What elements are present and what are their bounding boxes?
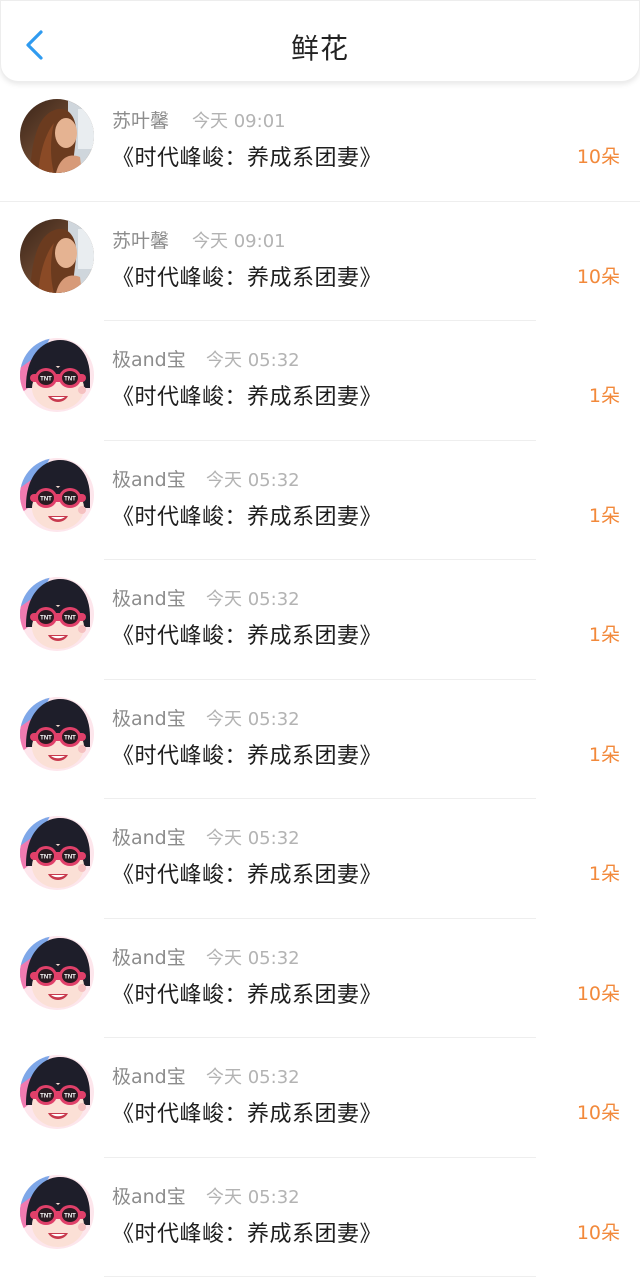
book-title[interactable]: 《时代峰峻：养成系团妻》 <box>112 1216 382 1248</box>
svg-text:TNT: TNT <box>40 616 52 622</box>
timestamp: 今天 05:32 <box>206 346 300 372</box>
book-title[interactable]: 《时代峰峻：养成系团妻》 <box>112 499 382 531</box>
flower-count: 10朵 <box>577 142 620 169</box>
flower-count: 1朵 <box>589 620 620 647</box>
nav-header: 鲜花 <box>0 0 640 82</box>
timestamp: 今天 05:32 <box>206 824 300 850</box>
timestamp: 今天 09:01 <box>192 107 286 133</box>
svg-text:TNT: TNT <box>40 974 52 980</box>
timestamp: 今天 09:01 <box>192 227 286 253</box>
flower-count: 1朵 <box>589 740 620 767</box>
user-cartoon-avatar[interactable]: TNT TNT <box>20 1175 94 1249</box>
book-title[interactable]: 《时代峰峻：养成系团妻》 <box>112 977 382 1009</box>
timestamp: 今天 05:32 <box>206 466 300 492</box>
timestamp: 今天 05:32 <box>206 1063 300 1089</box>
flower-record-row[interactable]: TNT TNT 极and宝今天 05:32 《时代峰峻：养成系团妻》 1朵 <box>0 321 640 441</box>
flower-count: 1朵 <box>589 381 620 408</box>
user-cartoon-avatar[interactable]: TNT TNT <box>20 577 94 651</box>
book-title[interactable]: 《时代峰峻：养成系团妻》 <box>112 140 382 172</box>
user-name[interactable]: 苏叶馨 <box>112 106 169 133</box>
user-cartoon-avatar[interactable]: TNT TNT <box>20 458 94 532</box>
book-title[interactable]: 《时代峰峻：养成系团妻》 <box>112 738 382 770</box>
svg-text:TNT: TNT <box>40 735 52 741</box>
flower-count: 10朵 <box>577 1098 620 1125</box>
timestamp: 今天 05:32 <box>206 944 300 970</box>
user-cartoon-avatar[interactable]: TNT TNT <box>20 697 94 771</box>
flower-count: 10朵 <box>577 262 620 289</box>
book-title[interactable]: 《时代峰峻：养成系团妻》 <box>112 379 382 411</box>
user-name[interactable]: 极and宝 <box>112 1182 186 1209</box>
user-name[interactable]: 极and宝 <box>112 1062 186 1089</box>
book-title[interactable]: 《时代峰峻：养成系团妻》 <box>112 1096 382 1128</box>
user-name[interactable]: 极and宝 <box>112 345 186 372</box>
timestamp: 今天 05:32 <box>206 1183 300 1209</box>
user-cartoon-avatar[interactable]: TNT TNT <box>20 816 94 890</box>
flower-record-row[interactable]: TNT TNT 极and宝今天 05:32 《时代峰峻：养成系团妻》 10朵 <box>0 1158 640 1277</box>
timestamp: 今天 05:32 <box>206 585 300 611</box>
user-photo-avatar[interactable] <box>20 219 94 293</box>
svg-text:TNT: TNT <box>64 855 76 861</box>
flower-count: 10朵 <box>577 979 620 1006</box>
user-name[interactable]: 极and宝 <box>112 704 186 731</box>
user-name[interactable]: 极and宝 <box>112 584 186 611</box>
flower-record-row[interactable]: TNT TNT 极and宝今天 05:32 《时代峰峻：养成系团妻》 1朵 <box>0 441 640 561</box>
svg-text:TNT: TNT <box>64 735 76 741</box>
svg-text:TNT: TNT <box>64 616 76 622</box>
flower-count: 1朵 <box>589 859 620 886</box>
svg-text:TNT: TNT <box>40 1094 52 1100</box>
svg-text:TNT: TNT <box>64 377 76 383</box>
svg-text:TNT: TNT <box>64 974 76 980</box>
user-cartoon-avatar[interactable]: TNT TNT <box>20 338 94 412</box>
user-name[interactable]: 极and宝 <box>112 943 186 970</box>
flower-record-row[interactable]: 苏叶馨今天 09:01 《时代峰峻：养成系团妻》 10朵 <box>0 202 640 322</box>
book-title[interactable]: 《时代峰峻：养成系团妻》 <box>112 618 382 650</box>
flower-record-row[interactable]: TNT TNT 极and宝今天 05:32 《时代峰峻：养成系团妻》 1朵 <box>0 680 640 800</box>
flower-count: 1朵 <box>589 501 620 528</box>
flower-record-row[interactable]: TNT TNT 极and宝今天 05:32 《时代峰峻：养成系团妻》 10朵 <box>0 1038 640 1158</box>
timestamp: 今天 05:32 <box>206 705 300 731</box>
flower-record-list: 苏叶馨今天 09:01《时代峰峻：养成系团妻》10朵苏叶馨今天 09:01《时代… <box>0 82 640 1277</box>
flower-record-row[interactable]: 苏叶馨今天 09:01 《时代峰峻：养成系团妻》 10朵 <box>0 82 640 202</box>
svg-text:TNT: TNT <box>40 855 52 861</box>
flower-record-row[interactable]: TNT TNT 极and宝今天 05:32 《时代峰峻：养成系团妻》 1朵 <box>0 799 640 919</box>
user-name[interactable]: 极and宝 <box>112 823 186 850</box>
svg-text:TNT: TNT <box>64 1094 76 1100</box>
user-cartoon-avatar[interactable]: TNT TNT <box>20 936 94 1010</box>
flower-record-row[interactable]: TNT TNT 极and宝今天 05:32 《时代峰峻：养成系团妻》 10朵 <box>0 919 640 1039</box>
svg-text:TNT: TNT <box>64 1213 76 1219</box>
user-name[interactable]: 极and宝 <box>112 465 186 492</box>
user-photo-avatar[interactable] <box>20 99 94 173</box>
flower-record-row[interactable]: TNT TNT 极and宝今天 05:32 《时代峰峻：养成系团妻》 1朵 <box>0 560 640 680</box>
svg-text:TNT: TNT <box>64 496 76 502</box>
page-title: 鲜花 <box>1 27 639 67</box>
svg-text:TNT: TNT <box>40 1213 52 1219</box>
book-title[interactable]: 《时代峰峻：养成系团妻》 <box>112 260 382 292</box>
user-name[interactable]: 苏叶馨 <box>112 226 169 253</box>
flower-count: 10朵 <box>577 1218 620 1245</box>
svg-text:TNT: TNT <box>40 496 52 502</box>
user-cartoon-avatar[interactable]: TNT TNT <box>20 1055 94 1129</box>
book-title[interactable]: 《时代峰峻：养成系团妻》 <box>112 857 382 889</box>
svg-text:TNT: TNT <box>40 377 52 383</box>
